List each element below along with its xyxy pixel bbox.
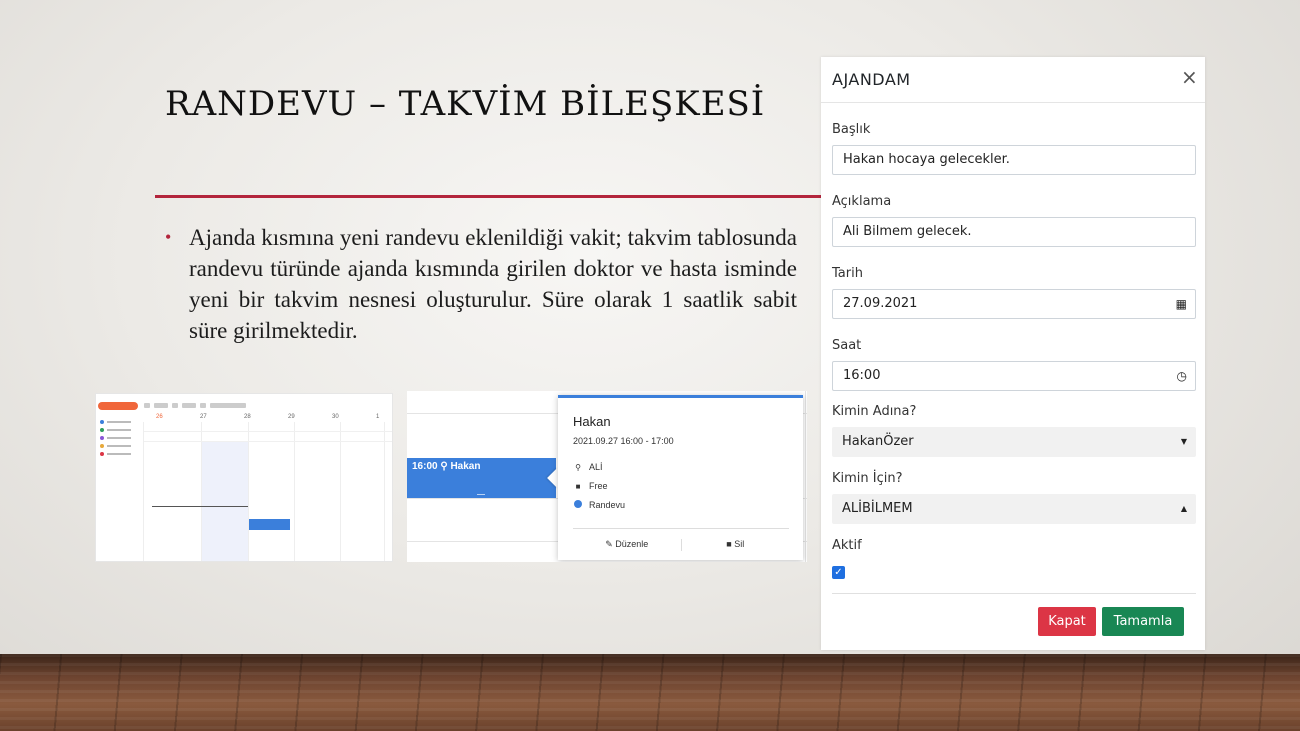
popup-time: 2021.09.27 16:00 - 17:00	[573, 436, 674, 446]
slide-bullet: • Ajanda kısmına yeni randevu eklenildiğ…	[165, 222, 797, 346]
modal-title: AJANDAM	[832, 70, 911, 89]
event-popup-screenshot: 16:00 ⚲ Hakan Hakan 2021.09.27 16:00 - 1…	[407, 391, 807, 562]
aktif-checkbox[interactable]: ✓	[832, 566, 845, 579]
day-header: 27	[200, 414, 207, 420]
aciklama-input[interactable]: Ali Bilmem gelecek.	[832, 217, 1196, 247]
popup-type: Randevu	[589, 500, 626, 510]
calendar-icon[interactable]: ▦	[1176, 290, 1187, 318]
briefcase-icon: ■	[575, 481, 581, 491]
ajanda-modal: AJANDAM × Başlık Hakan hocaya gelecekler…	[821, 57, 1205, 650]
kimin-adina-value: HakanÖzer	[842, 434, 914, 449]
day-header: 30	[332, 414, 339, 420]
tarih-value: 27.09.2021	[843, 296, 918, 311]
current-time-line	[152, 506, 248, 507]
title-divider	[155, 195, 825, 198]
trash-icon: ■	[726, 539, 732, 549]
calendar-sidebar	[100, 418, 146, 458]
popup-edit-label: Düzenle	[615, 539, 649, 549]
popup-delete-label: Sil	[734, 539, 745, 549]
kimin-icin-select[interactable]: ALİBİLMEM ▲	[832, 494, 1196, 524]
saat-value: 16:00	[843, 368, 881, 383]
tarih-label: Tarih	[832, 266, 863, 281]
kimin-icin-label: Kimin İçin?	[832, 471, 903, 486]
kimin-adina-select[interactable]: HakanÖzer ▼	[832, 427, 1196, 457]
tarih-date-input[interactable]: 27.09.2021 ▦	[832, 289, 1196, 319]
pencil-icon: ✎	[605, 539, 613, 549]
close-icon[interactable]: ×	[1181, 67, 1198, 87]
popup-title: Hakan	[573, 414, 611, 429]
day-header: 26	[156, 414, 163, 420]
check-icon: ✓	[834, 567, 843, 578]
slide-title: RANDEVU – TAKVİM BİLEŞKESİ	[165, 84, 766, 124]
day-header: 28	[244, 414, 251, 420]
popup-delete-button: ■ Sil	[682, 539, 790, 551]
day-header: 1	[376, 414, 380, 420]
popup-edit-button: ✎ Düzenle	[573, 539, 681, 551]
kapat-button[interactable]: Kapat	[1038, 607, 1096, 636]
popup-divider	[573, 528, 789, 529]
kimin-icin-value: ALİBİLMEM	[842, 501, 913, 516]
event-detail-popup: Hakan 2021.09.27 16:00 - 17:00 ⚲ ALİ ■ F…	[558, 395, 803, 560]
calendar-event-bar: 16:00 ⚲ Hakan	[407, 458, 556, 498]
baslik-label: Başlık	[832, 122, 871, 137]
wood-floor-background	[0, 654, 1300, 731]
caret-up-icon: ▲	[1180, 504, 1187, 513]
location-pin-icon: ⚲	[575, 462, 581, 472]
calendar-color-dot-icon	[574, 500, 582, 508]
calendar-grid	[143, 422, 392, 561]
modal-header: AJANDAM ×	[821, 57, 1205, 103]
saat-label: Saat	[832, 338, 862, 353]
today-column	[201, 441, 248, 561]
tamamla-button[interactable]: Tamamla	[1102, 607, 1184, 636]
saat-time-input[interactable]: 16:00 ◷	[832, 361, 1196, 391]
caret-down-icon: ▼	[1180, 437, 1187, 446]
aciklama-label: Açıklama	[832, 194, 892, 209]
new-program-button	[98, 402, 138, 410]
baslik-input[interactable]: Hakan hocaya gelecekler.	[832, 145, 1196, 175]
clock-icon[interactable]: ◷	[1177, 362, 1187, 390]
aktif-label: Aktif	[832, 538, 862, 553]
modal-footer-divider	[832, 593, 1196, 594]
popup-status: Free	[589, 481, 608, 491]
bullet-text: Ajanda kısmına yeni randevu eklenildiği …	[189, 225, 797, 343]
calendar-event	[249, 519, 290, 530]
day-header: 29	[288, 414, 295, 420]
calendar-screenshot-thumbnail: 26 27 28 29 30 1	[95, 393, 393, 562]
calendar-toolbar	[144, 403, 304, 409]
event-bar-label: 16:00 ⚲ Hakan	[412, 461, 481, 472]
popup-location: ALİ	[589, 462, 603, 472]
bullet-dot: •	[165, 227, 172, 247]
kimin-adina-label: Kimin Adına?	[832, 404, 917, 419]
